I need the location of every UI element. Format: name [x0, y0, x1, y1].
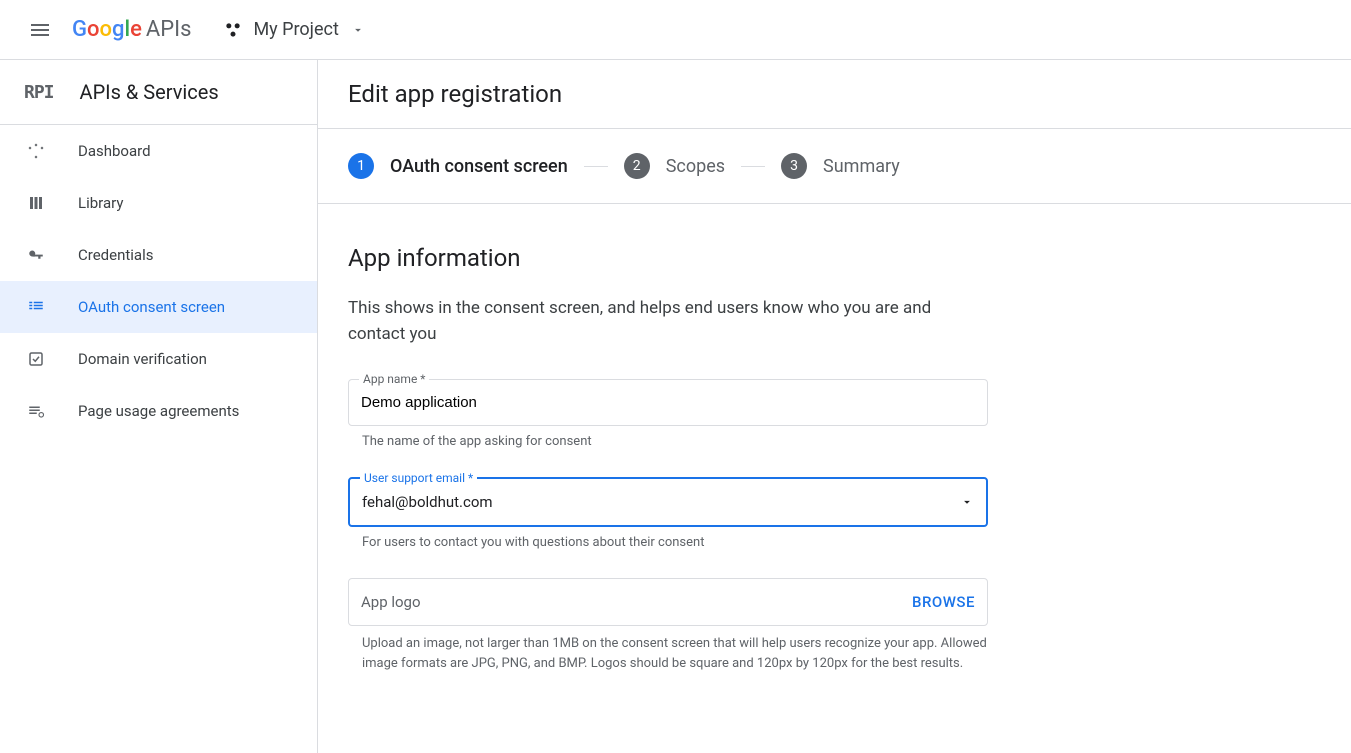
- sidebar-item-label: Page usage agreements: [78, 402, 239, 420]
- menu-button[interactable]: [16, 6, 64, 54]
- support-email-label: User support email *: [360, 471, 477, 485]
- step-summary[interactable]: 3 Summary: [781, 153, 900, 179]
- hamburger-icon: [28, 18, 52, 42]
- step-label: Scopes: [666, 156, 725, 177]
- sidebar-title: APIs & Services: [80, 80, 219, 104]
- dropdown-icon: [351, 23, 365, 37]
- app-logo-label: App logo: [361, 593, 421, 611]
- project-selector[interactable]: My Project: [211, 11, 376, 48]
- dropdown-icon: [960, 495, 974, 509]
- app-name-field[interactable]: App name *: [348, 379, 988, 426]
- stepper: 1 OAuth consent screen 2 Scopes 3 Summar…: [318, 129, 1351, 204]
- app-name-field-group: App name * The name of the app asking fo…: [348, 379, 988, 449]
- sidebar-item-label: Library: [78, 194, 123, 212]
- app-logo-field[interactable]: App logo BROWSE: [348, 578, 988, 626]
- consent-icon: [24, 295, 48, 319]
- key-icon: [24, 243, 48, 267]
- step-number: 3: [781, 153, 807, 179]
- sidebar-item-page-usage[interactable]: Page usage agreements: [0, 385, 317, 437]
- step-number: 1: [348, 153, 374, 179]
- page-title: Edit app registration: [318, 60, 1351, 129]
- sidebar: RPI APIs & Services Dashboard Library Cr…: [0, 60, 318, 753]
- sidebar-item-label: OAuth consent screen: [78, 298, 225, 316]
- support-email-field[interactable]: User support email * fehal@boldhut.com: [348, 477, 988, 527]
- top-header: GoogleAPIs My Project: [0, 0, 1351, 60]
- sidebar-item-label: Domain verification: [78, 350, 207, 368]
- step-oauth-consent[interactable]: 1 OAuth consent screen: [348, 153, 568, 179]
- project-name: My Project: [253, 19, 338, 40]
- section-title: App information: [348, 244, 1321, 272]
- project-icon: [223, 20, 243, 40]
- library-icon: [24, 191, 48, 215]
- check-box-icon: [24, 347, 48, 371]
- sidebar-item-label: Credentials: [78, 246, 153, 264]
- api-icon: RPI: [24, 82, 54, 103]
- sidebar-item-domain-verification[interactable]: Domain verification: [0, 333, 317, 385]
- main-content: Edit app registration 1 OAuth consent sc…: [318, 60, 1351, 753]
- support-email-field-group: User support email * fehal@boldhut.com F…: [348, 477, 988, 550]
- support-email-hint: For users to contact you with questions …: [348, 535, 988, 550]
- app-name-input[interactable]: [349, 380, 987, 425]
- browse-button[interactable]: BROWSE: [912, 593, 975, 611]
- sidebar-item-library[interactable]: Library: [0, 177, 317, 229]
- settings-list-icon: [24, 399, 48, 423]
- dashboard-icon: [24, 139, 48, 163]
- support-email-select[interactable]: fehal@boldhut.com: [350, 479, 986, 525]
- step-divider: [584, 166, 608, 167]
- step-label: Summary: [823, 156, 900, 177]
- step-scopes[interactable]: 2 Scopes: [624, 153, 725, 179]
- sidebar-item-dashboard[interactable]: Dashboard: [0, 125, 317, 177]
- google-apis-logo[interactable]: GoogleAPIs: [72, 17, 191, 42]
- form-content: App information This shows in the consen…: [318, 204, 1351, 713]
- step-divider: [741, 166, 765, 167]
- sidebar-header: RPI APIs & Services: [0, 60, 317, 125]
- step-label: OAuth consent screen: [390, 156, 568, 177]
- step-number: 2: [624, 153, 650, 179]
- support-email-value: fehal@boldhut.com: [362, 493, 493, 511]
- sidebar-item-oauth-consent[interactable]: OAuth consent screen: [0, 281, 317, 333]
- app-name-hint: The name of the app asking for consent: [348, 434, 988, 449]
- app-name-label: App name *: [359, 372, 429, 386]
- sidebar-item-label: Dashboard: [78, 142, 151, 160]
- section-description: This shows in the consent screen, and he…: [348, 296, 988, 347]
- sidebar-item-credentials[interactable]: Credentials: [0, 229, 317, 281]
- app-logo-hint: Upload an image, not larger than 1MB on …: [348, 634, 988, 673]
